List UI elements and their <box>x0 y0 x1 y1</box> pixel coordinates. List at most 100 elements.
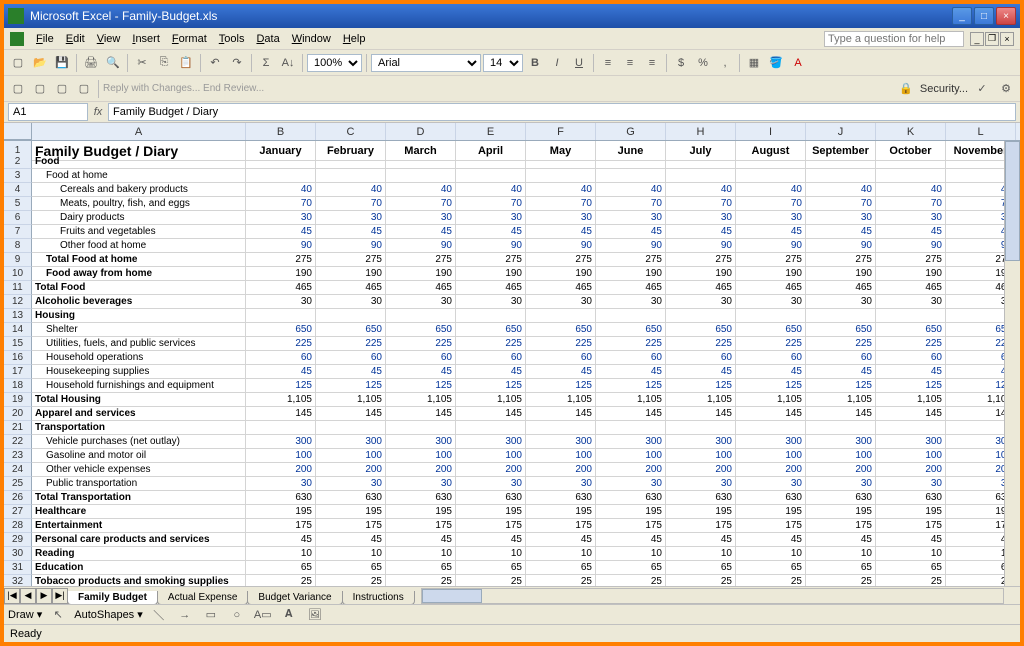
save-icon[interactable]: 💾 <box>52 53 72 73</box>
cell-label[interactable]: Total Food at home <box>32 253 246 267</box>
cell-label[interactable]: Public transportation <box>32 477 246 491</box>
cell[interactable]: 200 <box>806 463 876 477</box>
cell[interactable]: 300 <box>316 435 386 449</box>
cell[interactable]: 190 <box>806 267 876 281</box>
select-objects-icon[interactable]: ↖ <box>48 605 68 625</box>
cell-label[interactable]: Alcoholic beverages <box>32 295 246 309</box>
column-header-I[interactable]: I <box>736 123 806 140</box>
cell[interactable]: 225 <box>386 337 456 351</box>
column-header-C[interactable]: C <box>316 123 386 140</box>
cell[interactable]: 175 <box>806 519 876 533</box>
cell[interactable]: 45 <box>386 225 456 239</box>
comma-icon[interactable]: , <box>715 53 735 73</box>
cell[interactable]: 100 <box>526 449 596 463</box>
tab-nav-prev-icon[interactable]: ◀ <box>20 588 36 604</box>
cell[interactable]: 90 <box>316 239 386 253</box>
bold-button[interactable]: B <box>525 53 545 73</box>
cell[interactable]: 45 <box>876 365 946 379</box>
cell[interactable]: 45 <box>806 225 876 239</box>
menu-data[interactable]: Data <box>250 31 285 47</box>
cell[interactable]: 40 <box>596 183 666 197</box>
row-header[interactable]: 23 <box>4 449 32 463</box>
cell[interactable]: 10 <box>876 547 946 561</box>
cell-label[interactable]: Food at home <box>32 169 246 183</box>
cell[interactable]: 100 <box>736 449 806 463</box>
cell[interactable]: 30 <box>526 295 596 309</box>
cell[interactable]: 25 <box>316 575 386 586</box>
cell[interactable]: 1,105 <box>876 393 946 407</box>
cell[interactable]: 30 <box>456 295 526 309</box>
cell[interactable]: 125 <box>456 379 526 393</box>
row-header[interactable]: 11 <box>4 281 32 295</box>
cell[interactable]: 40 <box>876 183 946 197</box>
cell[interactable]: 30 <box>876 477 946 491</box>
cell[interactable]: 650 <box>526 323 596 337</box>
cell[interactable]: 200 <box>526 463 596 477</box>
cell[interactable] <box>316 155 386 169</box>
italic-button[interactable]: I <box>547 53 567 73</box>
row-header[interactable]: 16 <box>4 351 32 365</box>
cell-label[interactable]: Entertainment <box>32 519 246 533</box>
cell[interactable]: 275 <box>246 253 316 267</box>
security-label[interactable]: Security... <box>920 83 968 95</box>
cell[interactable]: 200 <box>386 463 456 477</box>
cell[interactable] <box>246 309 316 323</box>
cell[interactable]: 65 <box>316 561 386 575</box>
cell[interactable]: 25 <box>246 575 316 586</box>
row-header[interactable]: 28 <box>4 519 32 533</box>
cell[interactable]: 60 <box>806 351 876 365</box>
cell-label[interactable]: Food away from home <box>32 267 246 281</box>
cell[interactable]: 225 <box>246 337 316 351</box>
cell[interactable]: 60 <box>736 351 806 365</box>
cell-label[interactable]: Apparel and services <box>32 407 246 421</box>
tb2-icon-1[interactable]: ▢ <box>8 79 28 99</box>
cell[interactable] <box>386 421 456 435</box>
cell[interactable]: 300 <box>596 435 666 449</box>
cell[interactable]: 195 <box>736 505 806 519</box>
cell[interactable]: 60 <box>666 351 736 365</box>
cell[interactable]: 60 <box>596 351 666 365</box>
cell[interactable]: 630 <box>596 491 666 505</box>
cell[interactable]: 275 <box>736 253 806 267</box>
sheet-tab-actual-expense[interactable]: Actual Expense <box>157 591 249 605</box>
cell[interactable] <box>806 169 876 183</box>
column-header-J[interactable]: J <box>806 123 876 140</box>
cell[interactable]: 465 <box>596 281 666 295</box>
cell[interactable]: 1,105 <box>806 393 876 407</box>
cell[interactable]: 200 <box>736 463 806 477</box>
cell[interactable]: 30 <box>596 295 666 309</box>
cell[interactable]: 30 <box>736 477 806 491</box>
cell[interactable]: 30 <box>596 477 666 491</box>
cell[interactable]: 100 <box>246 449 316 463</box>
cell[interactable]: 90 <box>596 239 666 253</box>
cell[interactable]: 65 <box>876 561 946 575</box>
cell[interactable]: 630 <box>386 491 456 505</box>
cell[interactable]: 275 <box>596 253 666 267</box>
cell[interactable]: 40 <box>456 183 526 197</box>
cell[interactable]: 465 <box>806 281 876 295</box>
name-box[interactable] <box>8 103 88 121</box>
cell[interactable]: 300 <box>386 435 456 449</box>
column-header-F[interactable]: F <box>526 123 596 140</box>
cell[interactable] <box>456 155 526 169</box>
cell[interactable]: 45 <box>806 365 876 379</box>
cell[interactable]: 465 <box>316 281 386 295</box>
cell[interactable]: 100 <box>596 449 666 463</box>
percent-icon[interactable]: % <box>693 53 713 73</box>
cell[interactable]: 175 <box>666 519 736 533</box>
cell[interactable]: 225 <box>876 337 946 351</box>
cell[interactable] <box>666 155 736 169</box>
cell[interactable]: 275 <box>876 253 946 267</box>
cell-label[interactable]: Utilities, fuels, and public services <box>32 337 246 351</box>
print-preview-icon[interactable]: 🔍 <box>103 53 123 73</box>
cell[interactable]: 30 <box>246 211 316 225</box>
cell[interactable]: 90 <box>386 239 456 253</box>
cell[interactable]: 90 <box>246 239 316 253</box>
cell[interactable]: 195 <box>526 505 596 519</box>
cell[interactable]: 630 <box>246 491 316 505</box>
cell[interactable]: 190 <box>456 267 526 281</box>
row-header[interactable]: 30 <box>4 547 32 561</box>
row-header[interactable]: 22 <box>4 435 32 449</box>
horizontal-scrollbar[interactable] <box>421 588 1004 604</box>
cell[interactable]: 25 <box>806 575 876 586</box>
